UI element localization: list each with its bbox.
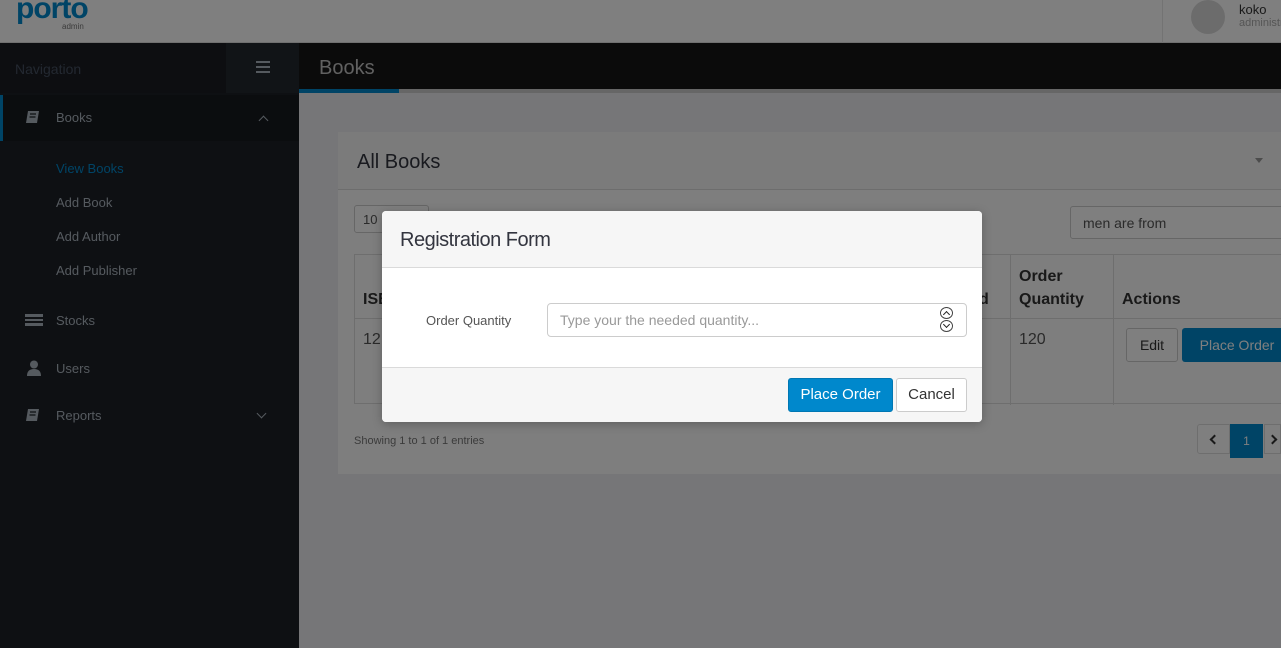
stepper-down-button[interactable]: [940, 320, 953, 332]
order-quantity-input[interactable]: [547, 303, 967, 337]
cancel-button[interactable]: Cancel: [896, 378, 967, 412]
chevron-down-icon: [942, 320, 951, 329]
order-quantity-label: Order Quantity: [426, 313, 512, 328]
stepper-up-button[interactable]: [940, 307, 953, 319]
modal-header: Registration Form: [382, 211, 982, 268]
modal-footer: Place Order Cancel: [382, 367, 982, 422]
registration-modal: Registration Form Order Quantity Place O…: [382, 211, 982, 422]
modal-title: Registration Form: [400, 229, 551, 251]
quantity-stepper[interactable]: [940, 307, 954, 333]
place-order-button[interactable]: Place Order: [788, 378, 893, 412]
chevron-up-icon: [942, 310, 951, 319]
